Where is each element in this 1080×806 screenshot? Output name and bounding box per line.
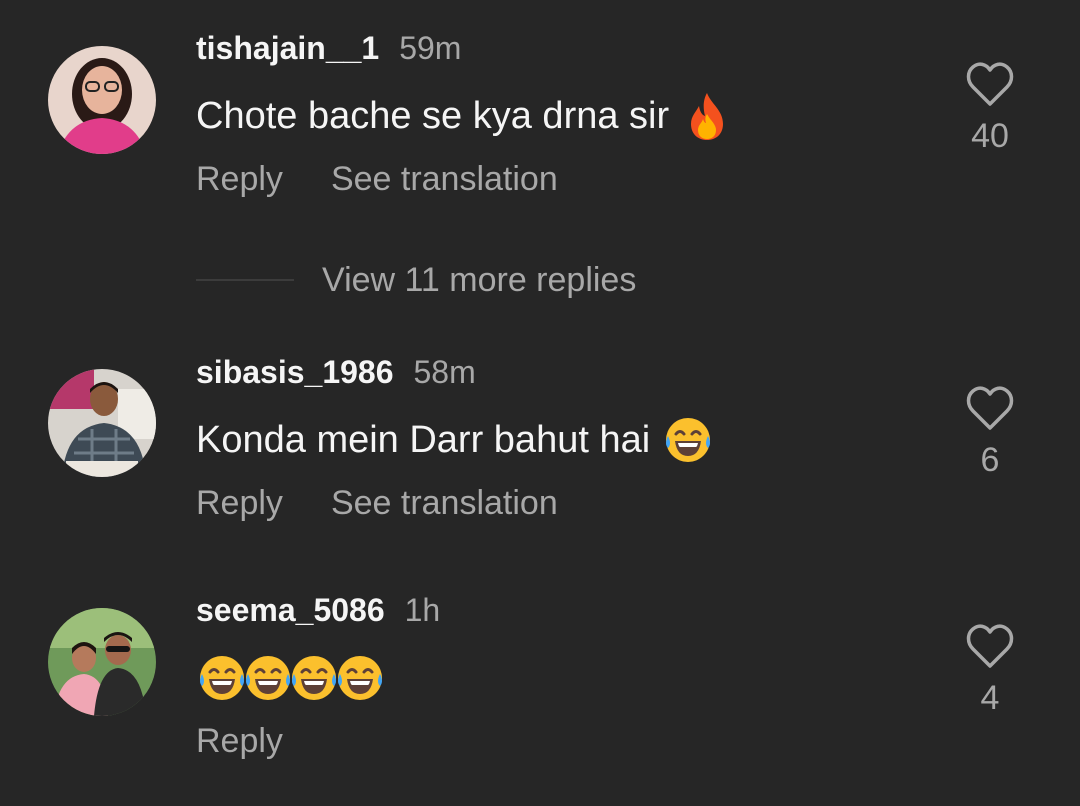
reply-button[interactable]: Reply — [196, 722, 283, 760]
laughing-emoji-icon — [196, 652, 244, 704]
reply-button[interactable]: Reply — [196, 160, 283, 198]
view-more-replies-button[interactable]: View 11 more replies — [196, 258, 636, 302]
comment-text — [196, 652, 386, 704]
avatar[interactable] — [48, 46, 156, 154]
username[interactable]: tishajain__1 — [196, 30, 379, 66]
laughing-emoji-icon — [242, 652, 290, 704]
comment-header: sibasis_1986 58m — [196, 352, 476, 392]
laughing-emoji-icon — [334, 652, 386, 704]
reply-button[interactable]: Reply — [196, 484, 283, 522]
avatar[interactable] — [48, 369, 156, 477]
comment-actions: Reply See translation — [196, 158, 558, 200]
timestamp: 1h — [404, 592, 441, 628]
comment-actions: Reply — [196, 720, 283, 762]
comment-header: tishajain__1 59m — [196, 28, 461, 68]
username[interactable]: sibasis_1986 — [196, 354, 394, 390]
avatar-image — [48, 369, 156, 477]
comment-text: Konda mein Darr bahut hai — [196, 414, 714, 466]
avatar-image — [48, 46, 156, 154]
comment-body: Konda mein Darr bahut hai — [196, 419, 651, 461]
fire-emoji-icon — [681, 90, 733, 142]
like-section: 4 — [960, 622, 1020, 718]
like-count: 4 — [980, 679, 1000, 717]
comment-body: Chote bache se kya drna sir — [196, 95, 670, 137]
username[interactable]: seema_5086 — [196, 592, 385, 628]
like-count: 6 — [980, 441, 1000, 479]
heart-icon[interactable] — [964, 60, 1016, 108]
timestamp: 58m — [413, 354, 476, 390]
like-section: 40 — [960, 60, 1020, 156]
laughing-emoji-icon — [662, 414, 714, 466]
heart-icon[interactable] — [964, 384, 1016, 432]
see-translation-button[interactable]: See translation — [331, 484, 558, 522]
laughing-emoji-icon — [288, 652, 336, 704]
timestamp: 59m — [399, 30, 462, 66]
like-count: 40 — [971, 117, 1009, 155]
divider-line — [196, 279, 294, 281]
avatar-image — [48, 608, 156, 716]
comment-text: Chote bache se kya drna sir — [196, 90, 733, 142]
comment-actions: Reply See translation — [196, 482, 558, 524]
see-translation-button[interactable]: See translation — [331, 160, 558, 198]
avatar[interactable] — [48, 608, 156, 716]
heart-icon[interactable] — [964, 622, 1016, 670]
view-more-replies-label: View 11 more replies — [322, 260, 637, 299]
comment-header: seema_5086 1h — [196, 590, 440, 630]
like-section: 6 — [960, 384, 1020, 480]
